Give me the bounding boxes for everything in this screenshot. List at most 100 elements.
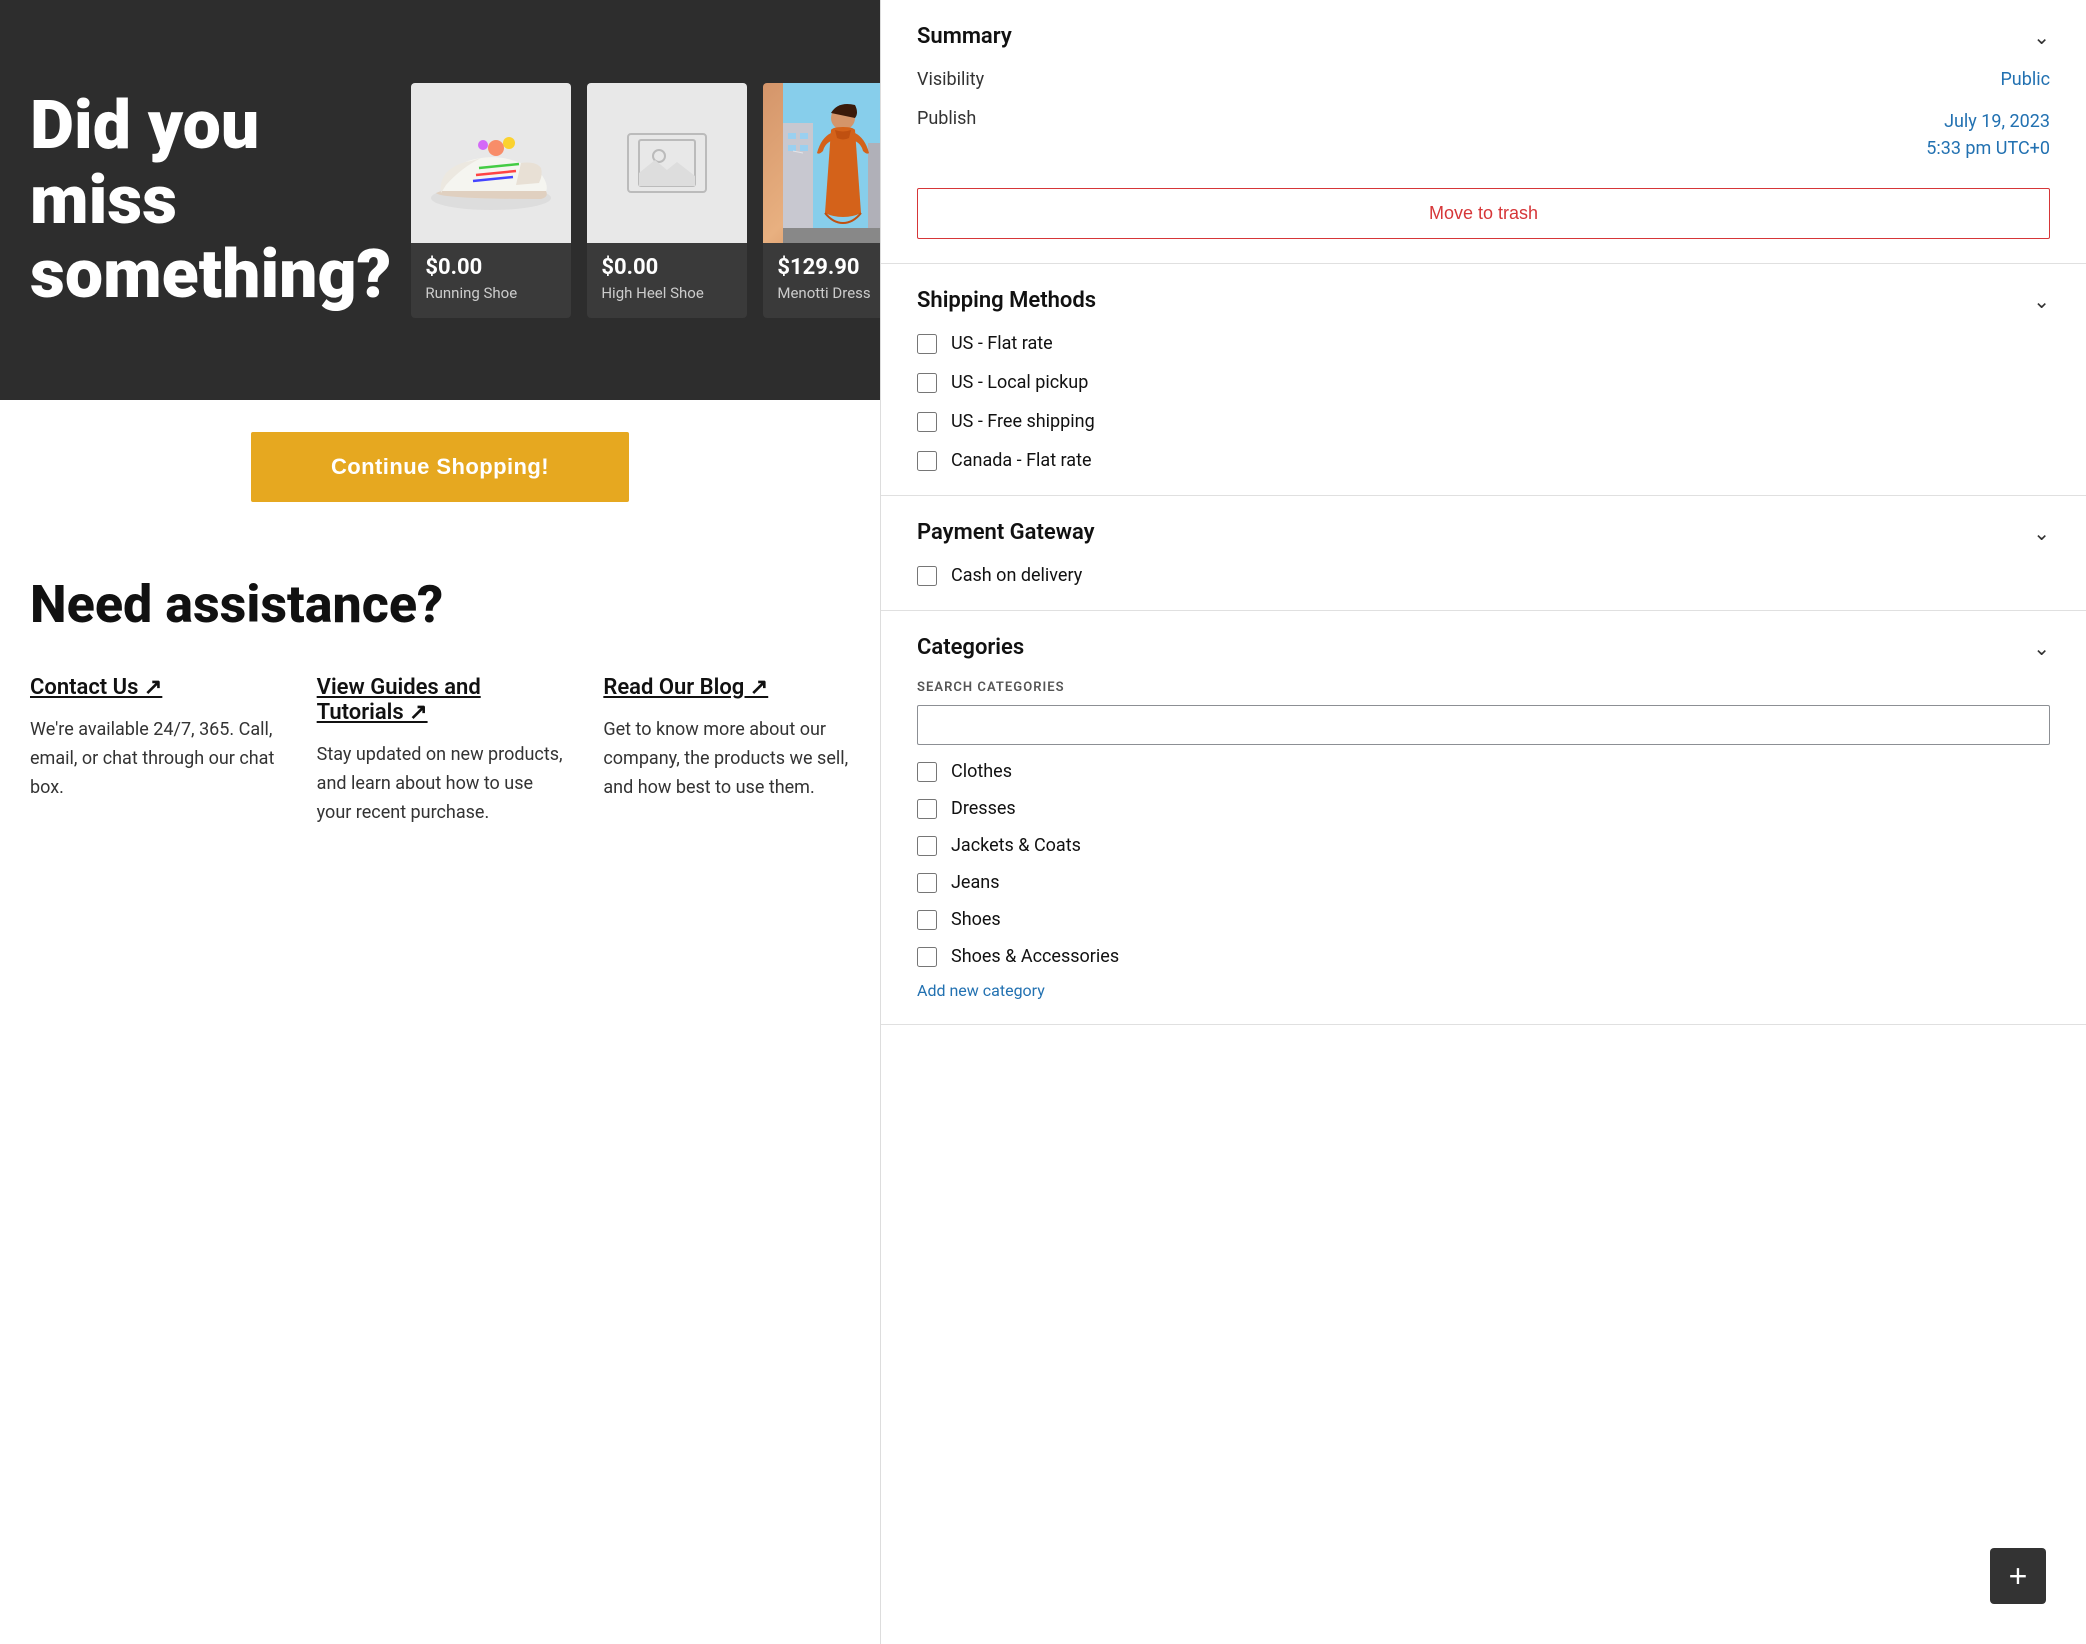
placeholder-icon	[627, 133, 707, 193]
payment-chevron-icon[interactable]: ⌄	[2033, 521, 2050, 545]
category-item-5: Shoes & Accessories	[917, 946, 2046, 967]
category-label-4: Shoes	[951, 909, 1001, 930]
categories-chevron-icon[interactable]: ⌄	[2033, 636, 2050, 660]
shipping-label-3: Canada - Flat rate	[951, 450, 1092, 471]
guides-desc: Stay updated on new products, and learn …	[317, 741, 564, 827]
shipping-methods-title: Shipping Methods	[917, 288, 1096, 313]
category-checkbox-4[interactable]	[917, 910, 937, 930]
publish-date: July 19, 2023	[1944, 111, 2050, 132]
guides-link[interactable]: View Guides and Tutorials ↗	[317, 675, 564, 725]
product-card-1: $0.00 High Heel Shoe	[587, 83, 747, 318]
payment-gateway-header: Payment Gateway ⌄	[917, 520, 2050, 545]
dress-visual	[763, 83, 880, 243]
product-card-info-2: $129.90 Menotti Dress	[763, 243, 880, 318]
product-card-0: $0.00 Running Shoe	[411, 83, 571, 318]
assistance-item-2: Read Our Blog ↗ Get to know more about o…	[603, 675, 850, 827]
shipping-option-1: US - Local pickup	[917, 372, 2050, 393]
blog-desc: Get to know more about our company, the …	[603, 716, 850, 802]
category-label-0: Clothes	[951, 761, 1012, 782]
summary-title: Summary	[917, 24, 1012, 49]
publish-value[interactable]: July 19, 2023 5:33 pm UTC+0	[1926, 108, 2050, 162]
product-card-2: $129.90 Menotti Dress	[763, 83, 880, 318]
category-item-3: Jeans	[917, 872, 2046, 893]
visibility-value[interactable]: Public	[2000, 69, 2050, 90]
visibility-row: Visibility Public	[917, 69, 2050, 90]
left-panel: Did you miss something?	[0, 0, 880, 1644]
categories-title: Categories	[917, 635, 1024, 660]
shipping-checkbox-1[interactable]	[917, 373, 937, 393]
payment-gateway-title: Payment Gateway	[917, 520, 1095, 545]
shipping-methods-header: Shipping Methods ⌄	[917, 288, 2050, 313]
shipping-methods-list: US - Flat rate US - Local pickup US - Fr…	[917, 333, 2050, 471]
category-item-0: Clothes	[917, 761, 2046, 782]
payment-options-list: Cash on delivery	[917, 565, 2050, 586]
fab-button[interactable]: +	[1990, 1548, 2046, 1604]
category-checkbox-1[interactable]	[917, 799, 937, 819]
payment-option-0: Cash on delivery	[917, 565, 2050, 586]
category-item-1: Dresses	[917, 798, 2046, 819]
publish-time: 5:33 pm UTC+0	[1926, 138, 2050, 159]
categories-list: Clothes Dresses Jackets & Coats Jeans Sh…	[917, 761, 2050, 967]
publish-label: Publish	[917, 108, 976, 129]
shipping-label-0: US - Flat rate	[951, 333, 1053, 354]
category-checkbox-3[interactable]	[917, 873, 937, 893]
blog-link[interactable]: Read Our Blog ↗	[603, 675, 768, 700]
assistance-item-0: Contact Us ↗ We're available 24/7, 365. …	[30, 675, 277, 827]
hero-headline: Did you miss something?	[30, 88, 391, 312]
product-image-2	[763, 83, 880, 243]
contact-us-link[interactable]: Contact Us ↗	[30, 675, 162, 700]
product-price-0: $0.00	[425, 255, 557, 280]
shipping-checkbox-0[interactable]	[917, 334, 937, 354]
shipping-label-1: US - Local pickup	[951, 372, 1088, 393]
shipping-label-2: US - Free shipping	[951, 411, 1095, 432]
shipping-checkbox-2[interactable]	[917, 412, 937, 432]
summary-header: Summary ⌄	[917, 24, 2050, 49]
contact-us-desc: We're available 24/7, 365. Call, email, …	[30, 716, 277, 802]
assistance-title: Need assistance?	[30, 574, 850, 635]
assistance-section: Need assistance? Contact Us ↗ We're avai…	[0, 534, 880, 867]
assistance-item-1: View Guides and Tutorials ↗ Stay updated…	[317, 675, 564, 827]
product-image-1	[587, 83, 747, 243]
publish-row: Publish July 19, 2023 5:33 pm UTC+0	[917, 108, 2050, 162]
category-item-4: Shoes	[917, 909, 2046, 930]
shipping-option-3: Canada - Flat rate	[917, 450, 2050, 471]
categories-section: Categories ⌄ SEARCH CATEGORIES Clothes D…	[881, 611, 2086, 1025]
product-price-1: $0.00	[601, 255, 733, 280]
category-item-2: Jackets & Coats	[917, 835, 2046, 856]
product-card-info-1: $0.00 High Heel Shoe	[587, 243, 747, 318]
product-name-2: Menotti Dress	[777, 284, 880, 302]
right-panel: Summary ⌄ Visibility Public Publish July…	[880, 0, 2086, 1644]
payment-label-0: Cash on delivery	[951, 565, 1082, 586]
category-checkbox-2[interactable]	[917, 836, 937, 856]
category-label-2: Jackets & Coats	[951, 835, 1081, 856]
search-categories-input[interactable]	[917, 705, 2050, 745]
shipping-methods-section: Shipping Methods ⌄ US - Flat rate US - L…	[881, 264, 2086, 496]
shipping-chevron-icon[interactable]: ⌄	[2033, 289, 2050, 313]
category-label-5: Shoes & Accessories	[951, 946, 1119, 967]
category-checkbox-0[interactable]	[917, 762, 937, 782]
shipping-checkbox-3[interactable]	[917, 451, 937, 471]
summary-section: Summary ⌄ Visibility Public Publish July…	[881, 0, 2086, 264]
move-to-trash-button[interactable]: Move to trash	[917, 188, 2050, 239]
hero-section: Did you miss something?	[0, 0, 880, 400]
payment-gateway-section: Payment Gateway ⌄ Cash on delivery	[881, 496, 2086, 611]
product-cards: $0.00 Running Shoe $0.00	[411, 83, 880, 318]
assistance-grid: Contact Us ↗ We're available 24/7, 365. …	[30, 675, 850, 827]
continue-shopping-button[interactable]: Continue Shopping!	[251, 432, 629, 502]
categories-header: Categories ⌄	[917, 635, 2050, 660]
category-checkbox-5[interactable]	[917, 947, 937, 967]
product-card-info-0: $0.00 Running Shoe	[411, 243, 571, 318]
product-name-1: High Heel Shoe	[601, 284, 733, 302]
product-image-0	[411, 83, 571, 243]
product-price-2: $129.90	[777, 255, 880, 280]
product-name-0: Running Shoe	[425, 284, 557, 302]
payment-checkbox-0[interactable]	[917, 566, 937, 586]
add-new-category-link[interactable]: Add new category	[917, 981, 1045, 1000]
summary-chevron-icon[interactable]: ⌄	[2033, 25, 2050, 49]
shipping-option-0: US - Flat rate	[917, 333, 2050, 354]
continue-shopping-section: Continue Shopping!	[0, 400, 880, 534]
category-label-1: Dresses	[951, 798, 1016, 819]
search-categories-label: SEARCH CATEGORIES	[917, 680, 2050, 695]
visibility-label: Visibility	[917, 69, 984, 90]
category-label-3: Jeans	[951, 872, 1000, 893]
